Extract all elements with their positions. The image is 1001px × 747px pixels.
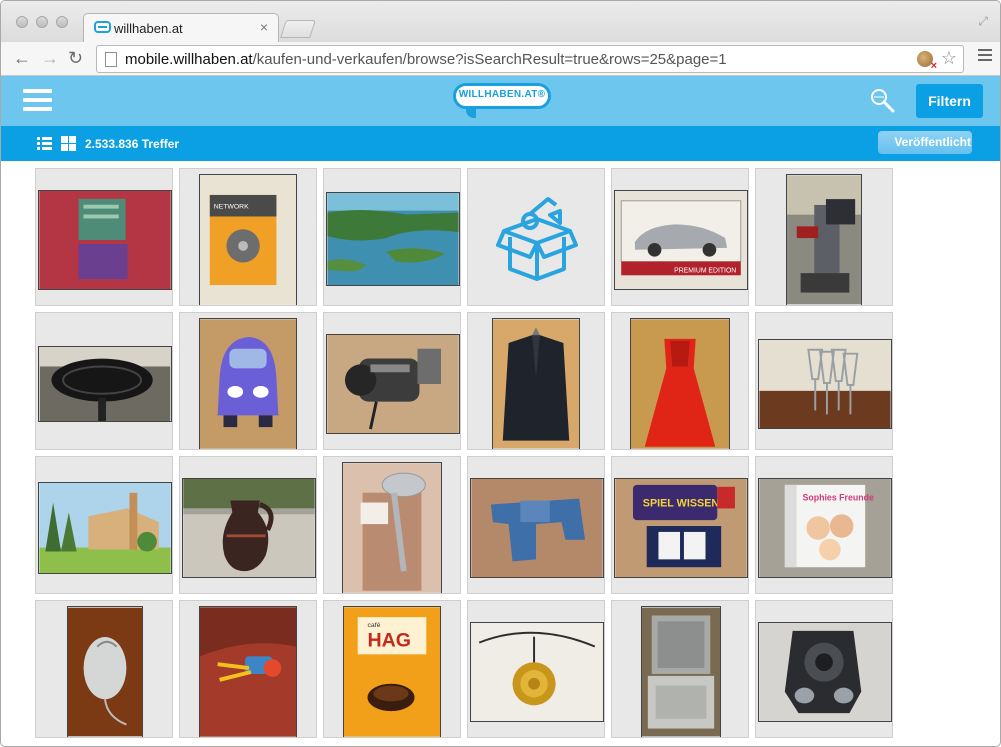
extension-icon[interactable] bbox=[917, 51, 937, 72]
lake-postcard-photo bbox=[326, 192, 460, 286]
listing-tile[interactable] bbox=[755, 600, 893, 738]
ds-game-photo: Sophies Freunde bbox=[758, 478, 892, 578]
forward-icon[interactable]: → bbox=[41, 47, 59, 69]
listing-tile[interactable] bbox=[35, 312, 173, 450]
bookmark-star-icon[interactable]: ☆ bbox=[941, 48, 957, 69]
minimize-window-button[interactable] bbox=[36, 16, 48, 28]
back-icon[interactable]: ← bbox=[13, 47, 31, 69]
car-part-photo bbox=[326, 334, 460, 434]
listing-tile[interactable] bbox=[611, 312, 749, 450]
machine-photo bbox=[641, 606, 721, 737]
cafe-text: café bbox=[368, 622, 381, 629]
tab-close-icon[interactable]: × bbox=[260, 19, 268, 35]
fullscreen-icon[interactable]: ⤢ bbox=[978, 14, 988, 29]
model-car-photo: PREMIUM EDITION bbox=[614, 190, 748, 290]
willhaben-favicon-icon bbox=[94, 21, 111, 33]
browser-titlebar: willhaben.at × ⤢ bbox=[1, 1, 1000, 42]
grid-view-icon[interactable] bbox=[61, 136, 76, 151]
listing-tile[interactable]: SPIEL WISSENS bbox=[611, 456, 749, 594]
willhaben-logo[interactable]: WILLHABEN.AT® bbox=[453, 83, 551, 118]
address-bar[interactable]: mobile.willhaben.at/kaufen-und-verkaufen… bbox=[96, 45, 964, 73]
network-box-text: NETWORK bbox=[214, 204, 249, 211]
hamburger-menu-icon[interactable] bbox=[23, 89, 52, 116]
listing-tile[interactable] bbox=[323, 456, 461, 594]
sort-button[interactable]: Veröffentlicht bbox=[878, 131, 972, 154]
listing-tile[interactable] bbox=[611, 600, 749, 738]
logo-text: WILLHABEN.AT® bbox=[458, 89, 546, 100]
listing-tile[interactable] bbox=[323, 312, 461, 450]
listing-tile[interactable] bbox=[179, 456, 317, 594]
game-box-photo: SPIEL WISSENS bbox=[614, 478, 748, 578]
dungarees-photo bbox=[470, 478, 604, 578]
url-host: mobile.willhaben.at bbox=[125, 51, 253, 68]
jug-photo bbox=[182, 478, 316, 578]
fan-photo bbox=[38, 346, 172, 422]
glasses-photo bbox=[758, 339, 892, 429]
spiel-wissens-text: SPIEL WISSENS bbox=[643, 497, 727, 509]
result-bar: 2.533.836 Treffer Veröffentlicht bbox=[1, 126, 1000, 161]
listing-tile[interactable] bbox=[755, 312, 893, 450]
toy-car-photo bbox=[199, 318, 297, 449]
listing-tile[interactable] bbox=[467, 168, 605, 306]
reload-icon[interactable]: ↻ bbox=[68, 47, 83, 69]
network-hdd-photo: NETWORK bbox=[199, 174, 297, 305]
toy-wheelbarrow-photo bbox=[199, 606, 297, 737]
zoom-window-button[interactable] bbox=[56, 16, 68, 28]
new-tab-button[interactable] bbox=[280, 20, 316, 38]
site-header: WILLHABEN.AT® Filtern bbox=[1, 76, 1000, 126]
listing-tile[interactable] bbox=[35, 168, 173, 306]
placeholder-box-image bbox=[496, 197, 578, 281]
browser-tab[interactable]: willhaben.at × bbox=[83, 13, 279, 42]
url-text[interactable]: mobile.willhaben.at/kaufen-und-verkaufen… bbox=[125, 51, 727, 68]
page-icon bbox=[105, 52, 117, 67]
suit-jacket-photo bbox=[492, 318, 580, 449]
listing-tile[interactable] bbox=[179, 600, 317, 738]
listing-tile[interactable] bbox=[35, 600, 173, 738]
filter-button[interactable]: Filtern bbox=[916, 84, 983, 118]
list-view-icon[interactable] bbox=[37, 137, 52, 150]
stand-item-photo bbox=[786, 174, 862, 305]
shower-head-photo bbox=[342, 462, 442, 593]
listing-tile[interactable] bbox=[467, 456, 605, 594]
browser-toolbar: ← → ↻ mobile.willhaben.at/kaufen-und-ver… bbox=[1, 42, 1000, 76]
listing-tile[interactable]: NETWORK bbox=[179, 168, 317, 306]
listing-tile[interactable] bbox=[467, 600, 605, 738]
listing-tile[interactable] bbox=[755, 168, 893, 306]
listing-tile[interactable] bbox=[323, 168, 461, 306]
listing-tile[interactable] bbox=[179, 312, 317, 450]
browser-window: willhaben.at × ⤢ ← → ↻ mobile.willhaben.… bbox=[0, 0, 1001, 747]
chrome-menu-icon[interactable] bbox=[978, 49, 992, 64]
rose-pendant-photo bbox=[470, 622, 604, 722]
result-count: 2.533.836 Treffer bbox=[85, 137, 180, 151]
premium-edition-text: PREMIUM EDITION bbox=[674, 267, 736, 274]
close-window-button[interactable] bbox=[16, 16, 28, 28]
hag-text: HAG bbox=[368, 630, 412, 652]
url-path: /kaufen-und-verkaufen/browse?isSearchRes… bbox=[252, 51, 727, 68]
red-dress-photo bbox=[630, 318, 730, 449]
clothes-photo bbox=[38, 190, 172, 290]
building-postcard-photo bbox=[38, 482, 172, 574]
search-icon[interactable] bbox=[869, 87, 895, 113]
listing-tile[interactable]: PREMIUM EDITION bbox=[611, 168, 749, 306]
mouse-photo bbox=[67, 606, 143, 737]
listing-tile[interactable]: Sophies Freunde bbox=[755, 456, 893, 594]
listing-tile[interactable] bbox=[467, 312, 605, 450]
speaker-photo bbox=[758, 622, 892, 722]
listing-tile[interactable] bbox=[35, 456, 173, 594]
tab-title: willhaben.at bbox=[114, 21, 183, 36]
sophies-freunde-text: Sophies Freunde bbox=[802, 493, 874, 503]
coffee-pack-photo: café HAG bbox=[343, 606, 441, 737]
listing-tile[interactable]: café HAG bbox=[323, 600, 461, 738]
